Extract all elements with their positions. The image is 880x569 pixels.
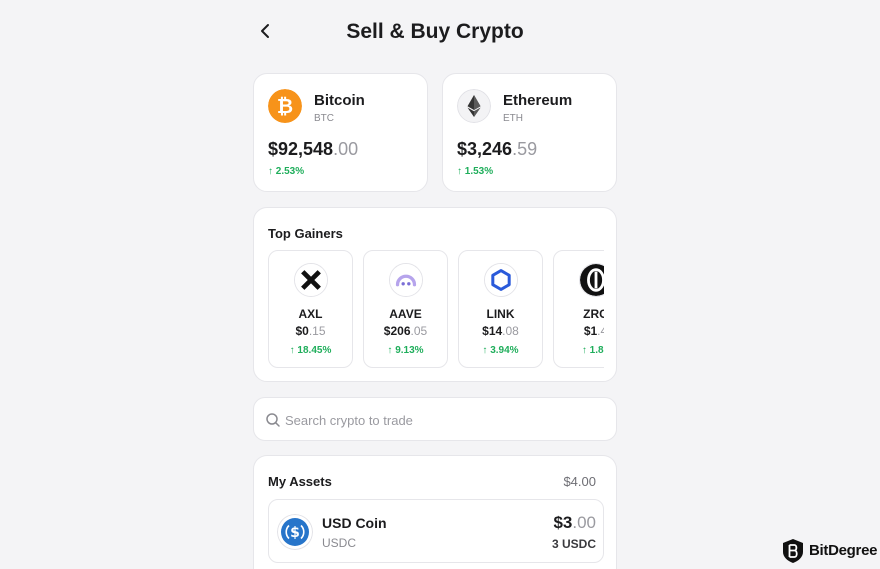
coin-symbol: ETH — [503, 113, 523, 124]
gainer-card-axl[interactable]: AXL $0.15 ↑ 18.45% — [268, 250, 353, 368]
gainer-change: ↑ 3.94% — [482, 345, 519, 356]
price-cents: .15 — [308, 324, 326, 338]
svg-text:₿: ₿ — [277, 94, 293, 118]
gainer-price: $206.05 — [364, 324, 447, 338]
coin-symbol: BTC — [314, 113, 334, 124]
asset-name: USD Coin — [322, 515, 387, 531]
search-box[interactable] — [253, 397, 617, 441]
gainer-price: $0.15 — [269, 324, 352, 338]
gainers-carousel[interactable]: AXL $0.15 ↑ 18.45% AAVE $206.05 ↑ 9.13% — [268, 250, 604, 370]
value-main: $3 — [553, 513, 573, 532]
assets-total: $4.00 — [563, 474, 596, 489]
price-change: ↑ 1.53% — [457, 166, 494, 177]
asset-symbol: USDC — [322, 536, 357, 550]
gainer-symbol: LINK — [486, 307, 515, 321]
gainer-symbol: AXL — [298, 307, 323, 321]
price-cents: .59 — [512, 139, 538, 159]
price-main: $14 — [482, 324, 503, 338]
watermark: BitDegree — [782, 538, 878, 564]
value-cents: .00 — [572, 513, 596, 532]
asset-row-usdc[interactable]: $ USD Coin USDC $3.00 3 USDC — [268, 499, 604, 563]
coin-card-bitcoin[interactable]: ₿ Bitcoin BTC $92,548.00 ↑ 2.53% — [253, 73, 428, 192]
aave-icon — [389, 263, 423, 297]
coin-name: Bitcoin — [314, 92, 365, 109]
price-main: $0 — [295, 324, 309, 338]
coin-card-ethereum[interactable]: Ethereum ETH $3,246.59 ↑ 1.53% — [442, 73, 617, 192]
gainer-card-zrc[interactable]: ZRC $1.4 ↑ 1.85 — [553, 250, 604, 368]
search-icon — [266, 413, 280, 427]
coin-price: $3,246.59 — [457, 139, 537, 160]
gainer-price: $1.4 — [554, 324, 604, 338]
price-main: $1 — [583, 324, 598, 338]
top-gainers-section: Top Gainers AXL $0.15 ↑ 18.45% AAVE $206… — [253, 207, 617, 382]
axelar-icon — [294, 263, 328, 297]
price-cents: .08 — [502, 324, 519, 338]
gainer-price: $14.08 — [459, 324, 542, 338]
gainer-symbol: AAVE — [389, 307, 422, 321]
section-title: Top Gainers — [268, 226, 343, 241]
price-change: ↑ 2.53% — [268, 166, 305, 177]
asset-value: $3.00 — [553, 513, 596, 533]
watermark-text: BitDegree — [809, 542, 878, 559]
usdc-icon: $ — [277, 514, 313, 550]
gainer-change: ↑ 18.45% — [289, 345, 332, 356]
gainer-change: ↑ 9.13% — [387, 345, 424, 356]
coin-name: Ethereum — [503, 92, 573, 109]
bitcoin-icon: ₿ — [268, 89, 302, 123]
price-main: $92,548 — [268, 139, 334, 159]
section-title: My Assets — [268, 474, 332, 489]
asset-amount: 3 USDC — [551, 537, 596, 551]
ethereum-icon — [457, 89, 491, 123]
coin-price: $92,548.00 — [268, 139, 358, 160]
zircuit-icon — [579, 263, 604, 297]
gainer-symbol: ZRC — [583, 307, 604, 321]
chainlink-icon — [484, 263, 518, 297]
gainer-card-link[interactable]: LINK $14.08 ↑ 3.94% — [458, 250, 543, 368]
svg-text:$: $ — [290, 525, 300, 541]
price-main: $3,246 — [457, 139, 513, 159]
bitdegree-logo-icon — [783, 539, 803, 563]
price-cents: .4 — [597, 324, 604, 338]
header: Sell & Buy Crypto — [253, 14, 617, 52]
gainer-card-aave[interactable]: AAVE $206.05 ↑ 9.13% — [363, 250, 448, 368]
page-title: Sell & Buy Crypto — [346, 20, 524, 43]
my-assets-section: My Assets $4.00 $ USD Coin USDC $3.00 3 … — [253, 455, 617, 569]
price-cents: .05 — [410, 324, 428, 338]
search-input[interactable] — [285, 409, 605, 431]
gainer-change: ↑ 1.85 — [581, 345, 604, 356]
price-cents: .00 — [333, 139, 359, 159]
price-main: $206 — [383, 324, 411, 338]
